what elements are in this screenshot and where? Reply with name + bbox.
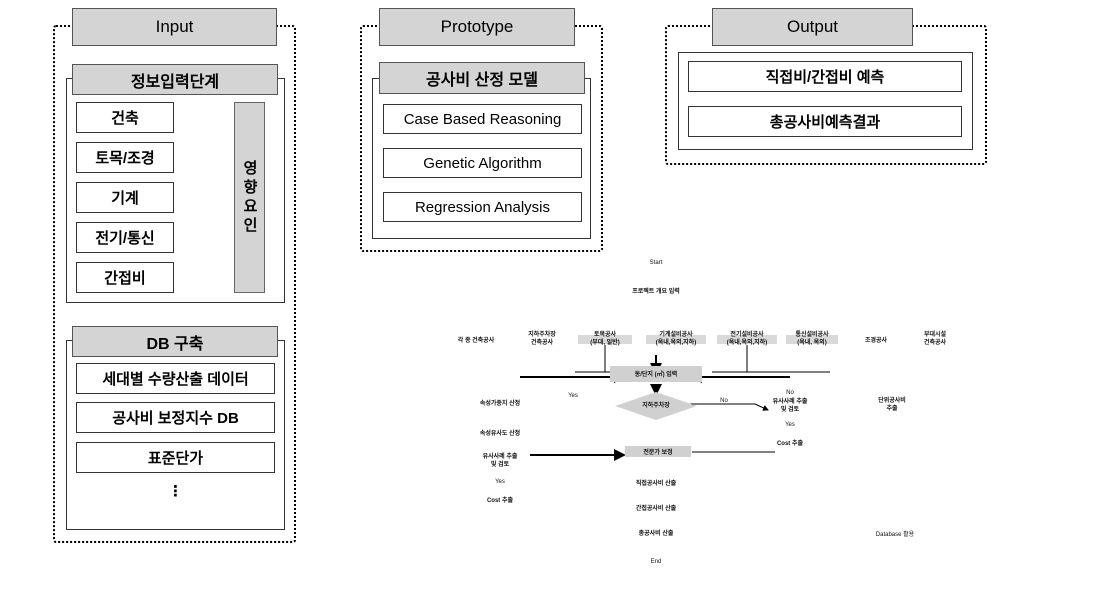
flow-unit-cost-extraction: 단위공사비 추출 xyxy=(878,398,906,412)
flow-left-attribute-weight: 속성가중치 산정 xyxy=(479,401,521,407)
info-input-stage-title: 정보입력단계 xyxy=(72,64,278,95)
flow-left-cost-extraction: Cost 추출 xyxy=(486,498,514,504)
flow-step-area-input: 동/단지 (㎡) 입력 xyxy=(634,372,678,378)
flow-left-yes-label: Yes xyxy=(568,393,578,399)
flow-left-yes-label-2: Yes xyxy=(495,479,505,485)
flow-col-landscape-works: 조경공사 xyxy=(864,338,888,344)
flow-col-mechanical-works: 기계설비공사 (옥내,옥외,지하) xyxy=(655,332,697,346)
flow-right-cost-extraction: Cost 추출 xyxy=(776,441,804,447)
flow-col-civil-works: 토목공사 (부대, 일반) xyxy=(590,332,620,346)
flow-col-electrical-works: 전기설비공사 (옥내,옥외,지하) xyxy=(726,332,768,346)
flow-col-underground-parking-building: 지하주차장 건축공사 xyxy=(528,332,556,346)
flow-right-case-retrieval: 유사사례 추출 및 검토 xyxy=(772,399,808,413)
flow-left-case-retrieval: 유사사례 추출 및 검토 xyxy=(482,454,518,468)
flow-step-indirect-cost: 간접공사비 산출 xyxy=(635,506,677,512)
flow-end-label: End xyxy=(650,559,662,565)
flow-step-total-cost: 총공사비 산출 xyxy=(638,531,674,537)
flow-left-attribute-similarity: 속성유사도 산정 xyxy=(479,431,521,437)
flow-database-usage: Database 활용 xyxy=(875,532,915,538)
flow-col-various-building: 각 종 건축공사 xyxy=(457,338,495,344)
flow-start-label: Start xyxy=(649,260,663,266)
flow-step-project-overview: 프로젝트 개요 입력 xyxy=(632,289,680,295)
flow-step-direct-cost: 직접공사비 산출 xyxy=(635,481,677,487)
flow-right-no-label: No xyxy=(786,390,794,396)
flow-col-telecom-works: 통신설비공사 (옥내, 옥외) xyxy=(795,332,829,346)
flow-diamond-no-label: No xyxy=(720,398,728,404)
flow-step-expert-adjustment: 전문가 보정 xyxy=(643,450,673,456)
cost-model-title: 공사비 산정 모델 xyxy=(379,62,585,94)
flow-col-ancillary-building: 부대시설 건축공사 xyxy=(923,332,947,346)
prototype-group-title: Prototype xyxy=(379,8,575,46)
db-build-title: DB 구축 xyxy=(72,326,278,357)
output-group-title: Output xyxy=(712,8,913,46)
input-group-title: Input xyxy=(72,8,277,46)
flow-decision-underground-parking: 지하주차장 xyxy=(642,403,670,409)
flow-right-yes-label: Yes xyxy=(785,422,795,428)
